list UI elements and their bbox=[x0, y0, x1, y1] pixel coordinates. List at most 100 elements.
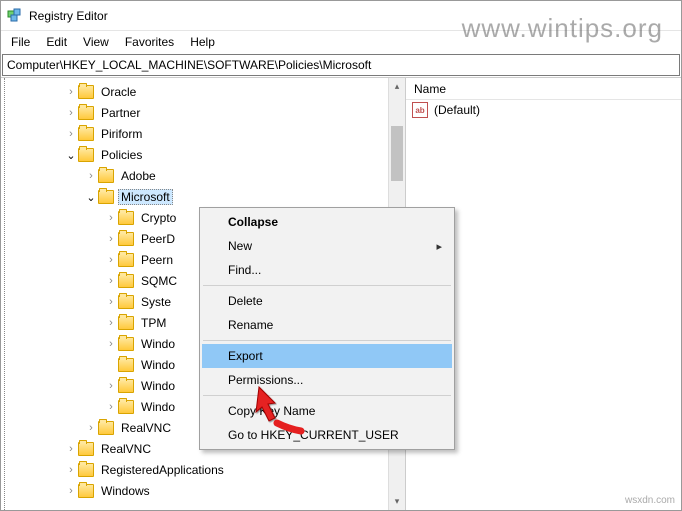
chevron-right-icon[interactable]: › bbox=[84, 422, 98, 434]
folder-icon bbox=[118, 274, 134, 288]
folder-icon bbox=[78, 484, 94, 498]
titlebar: Registry Editor bbox=[1, 1, 681, 31]
tree-item-label: Piriform bbox=[98, 126, 145, 142]
context-menu-item-collapse[interactable]: Collapse bbox=[202, 210, 452, 234]
attribution: wsxdn.com bbox=[625, 495, 675, 506]
scroll-thumb[interactable] bbox=[391, 126, 403, 181]
tree-item-label: Adobe bbox=[118, 168, 159, 184]
scroll-up-icon[interactable]: ▴ bbox=[389, 78, 405, 95]
folder-icon bbox=[118, 232, 134, 246]
submenu-arrow-icon: ▸ bbox=[436, 240, 442, 253]
menu-separator bbox=[203, 285, 451, 286]
folder-icon bbox=[78, 106, 94, 120]
string-value-icon: ab bbox=[412, 102, 428, 118]
tree-item-label: Windo bbox=[138, 378, 178, 394]
chevron-down-icon[interactable]: ⌄ bbox=[84, 191, 98, 204]
folder-icon bbox=[98, 421, 114, 435]
folder-icon bbox=[118, 379, 134, 393]
chevron-right-icon[interactable]: › bbox=[104, 254, 118, 266]
folder-icon bbox=[118, 358, 134, 372]
tree-item-label: RealVNC bbox=[118, 420, 174, 436]
folder-icon bbox=[78, 463, 94, 477]
folder-icon bbox=[118, 295, 134, 309]
menu-favorites[interactable]: Favorites bbox=[117, 33, 182, 51]
tree-item[interactable]: › Partner bbox=[9, 103, 405, 123]
tree-item-label: Microsoft bbox=[118, 189, 173, 205]
folder-icon bbox=[118, 337, 134, 351]
tree-item[interactable]: › Oracle bbox=[9, 82, 405, 102]
folder-icon bbox=[98, 169, 114, 183]
tree-item[interactable]: ⌄ Microsoft bbox=[9, 187, 405, 207]
tree-item-label: Policies bbox=[98, 147, 145, 163]
tree-item-label: Oracle bbox=[98, 84, 139, 100]
context-menu-item-export[interactable]: Export bbox=[202, 344, 452, 368]
address-bar[interactable]: Computer\HKEY_LOCAL_MACHINE\SOFTWARE\Pol… bbox=[2, 54, 680, 76]
folder-icon bbox=[78, 442, 94, 456]
chevron-right-icon[interactable]: › bbox=[64, 443, 78, 455]
tree-item-label: TPM bbox=[138, 315, 169, 331]
menu-edit[interactable]: Edit bbox=[38, 33, 75, 51]
context-menu-item-rename[interactable]: Rename bbox=[202, 313, 452, 337]
chevron-right-icon[interactable]: › bbox=[84, 170, 98, 182]
tree-item-label: Peern bbox=[138, 252, 176, 268]
value-row-default[interactable]: ab (Default) bbox=[406, 100, 681, 120]
folder-icon bbox=[78, 148, 94, 162]
chevron-right-icon[interactable]: › bbox=[64, 86, 78, 98]
context-menu-item-new[interactable]: New▸ bbox=[202, 234, 452, 258]
chevron-right-icon[interactable]: › bbox=[64, 485, 78, 497]
folder-icon bbox=[78, 127, 94, 141]
context-menu-item-go-to-hkey-current-user[interactable]: Go to HKEY_CURRENT_USER bbox=[202, 423, 452, 447]
chevron-right-icon[interactable]: › bbox=[64, 464, 78, 476]
menu-separator bbox=[203, 340, 451, 341]
chevron-down-icon[interactable]: ⌄ bbox=[64, 149, 78, 162]
folder-icon bbox=[78, 85, 94, 99]
chevron-right-icon[interactable]: › bbox=[104, 275, 118, 287]
chevron-right-icon[interactable]: › bbox=[104, 317, 118, 329]
context-menu-item-delete[interactable]: Delete bbox=[202, 289, 452, 313]
menubar: File Edit View Favorites Help bbox=[1, 31, 681, 53]
address-text: Computer\HKEY_LOCAL_MACHINE\SOFTWARE\Pol… bbox=[7, 58, 371, 72]
tree-item-label: Syste bbox=[138, 294, 174, 310]
tree-item[interactable]: › Adobe bbox=[9, 166, 405, 186]
folder-icon bbox=[118, 253, 134, 267]
tree-item[interactable]: ⌄ Policies bbox=[9, 145, 405, 165]
tree-item[interactable]: › Windows bbox=[9, 481, 405, 501]
folder-icon bbox=[118, 211, 134, 225]
menu-help[interactable]: Help bbox=[182, 33, 223, 51]
tree-item-label: Windows bbox=[98, 483, 153, 499]
scroll-down-icon[interactable]: ▾ bbox=[389, 493, 405, 510]
chevron-right-icon[interactable]: › bbox=[64, 107, 78, 119]
value-name: (Default) bbox=[434, 103, 480, 117]
tree-item-label: RealVNC bbox=[98, 441, 154, 457]
chevron-right-icon[interactable]: › bbox=[104, 401, 118, 413]
tree-item-label: Partner bbox=[98, 105, 143, 121]
tree-item[interactable]: › Piriform bbox=[9, 124, 405, 144]
tree-item-label: Windo bbox=[138, 336, 178, 352]
tree-item-label: PeerD bbox=[138, 231, 178, 247]
chevron-right-icon[interactable]: › bbox=[104, 296, 118, 308]
window-title: Registry Editor bbox=[29, 9, 108, 23]
folder-icon bbox=[118, 316, 134, 330]
menu-view[interactable]: View bbox=[75, 33, 117, 51]
tree-item-label: Windo bbox=[138, 399, 178, 415]
context-menu: CollapseNew▸Find... DeleteRename ExportPer… bbox=[199, 207, 455, 450]
folder-icon bbox=[98, 190, 114, 204]
chevron-right-icon[interactable]: › bbox=[104, 212, 118, 224]
context-menu-item-copy-key-name[interactable]: Copy Key Name bbox=[202, 399, 452, 423]
folder-icon bbox=[118, 400, 134, 414]
tree-item-label: Crypto bbox=[138, 210, 179, 226]
chevron-right-icon[interactable]: › bbox=[104, 233, 118, 245]
chevron-right-icon[interactable]: › bbox=[104, 338, 118, 350]
menu-separator bbox=[203, 395, 451, 396]
values-column-name[interactable]: Name bbox=[406, 78, 681, 100]
tree-item-label: Windo bbox=[138, 357, 178, 373]
context-menu-item-find[interactable]: Find... bbox=[202, 258, 452, 282]
menu-file[interactable]: File bbox=[3, 33, 38, 51]
regedit-icon bbox=[7, 8, 23, 24]
tree-item[interactable]: › RegisteredApplications bbox=[9, 460, 405, 480]
chevron-right-icon[interactable]: › bbox=[64, 128, 78, 140]
chevron-right-icon[interactable]: › bbox=[104, 380, 118, 392]
tree-item-label: SQMC bbox=[138, 273, 180, 289]
context-menu-item-permissions[interactable]: Permissions... bbox=[202, 368, 452, 392]
tree-item-label: RegisteredApplications bbox=[98, 462, 227, 478]
